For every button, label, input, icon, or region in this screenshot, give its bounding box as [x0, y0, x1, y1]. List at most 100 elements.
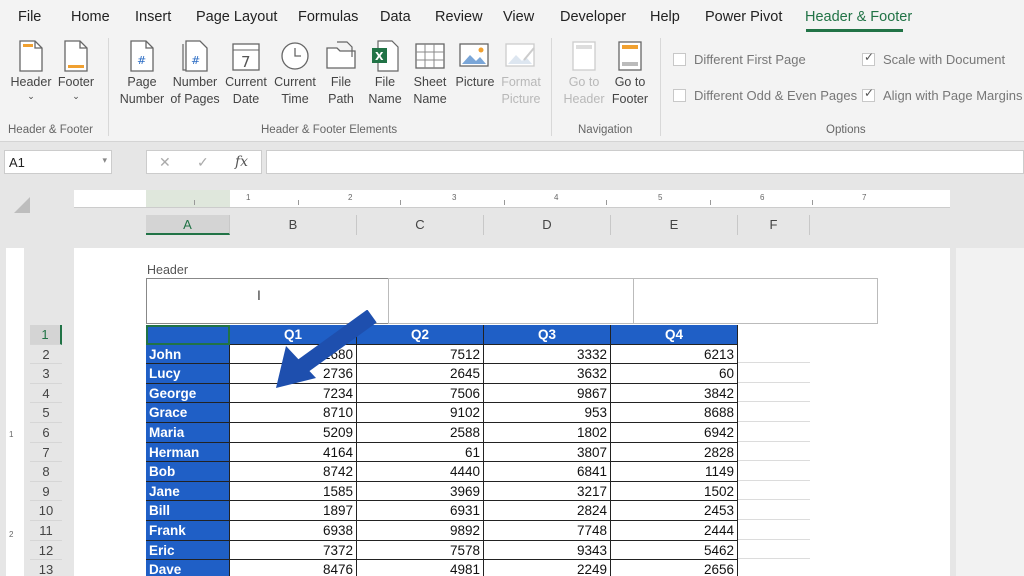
formula-input[interactable] — [266, 150, 1024, 174]
quarter-header-cell[interactable]: Q4 — [611, 325, 738, 345]
value-cell[interactable]: 6841 — [484, 462, 611, 482]
empty-cell[interactable] — [738, 363, 810, 383]
menu-review[interactable]: Review — [435, 9, 483, 25]
empty-cell[interactable] — [738, 344, 810, 364]
value-cell[interactable]: 2824 — [484, 501, 611, 521]
picture-button[interactable]: Picture — [452, 40, 498, 91]
value-cell[interactable]: 7578 — [357, 540, 484, 561]
select-all-corner[interactable] — [14, 197, 30, 213]
value-cell[interactable]: 1149 — [611, 462, 738, 482]
value-cell[interactable]: 3842 — [611, 383, 738, 404]
empty-cell[interactable] — [738, 500, 810, 520]
empty-cell[interactable] — [738, 481, 810, 501]
empty-cell[interactable] — [738, 559, 810, 576]
name-cell[interactable]: Jane — [146, 481, 230, 502]
value-cell[interactable]: 3332 — [484, 344, 611, 365]
header-button[interactable]: Header ⌄ — [6, 40, 56, 101]
enter-icon[interactable]: ✓ — [197, 154, 209, 171]
current-date-button[interactable]: 7 Current Date — [222, 40, 270, 108]
go-to-header-button[interactable]: Go to Header — [562, 40, 606, 108]
menu-data[interactable]: Data — [380, 9, 411, 25]
empty-cell[interactable] — [738, 540, 810, 560]
menu-developer[interactable]: Developer — [560, 9, 626, 25]
column-header-e[interactable]: E — [611, 215, 738, 235]
empty-cell[interactable] — [738, 461, 810, 481]
row-header[interactable]: 5 — [30, 403, 62, 423]
value-cell[interactable]: 9343 — [484, 540, 611, 561]
value-cell[interactable]: 6213 — [611, 344, 738, 365]
go-to-footer-button[interactable]: Go to Footer — [608, 40, 652, 108]
value-cell[interactable]: 9102 — [357, 403, 484, 423]
value-cell[interactable]: 7748 — [484, 521, 611, 541]
value-cell[interactable]: 3807 — [484, 442, 611, 463]
value-cell[interactable]: 1585 — [230, 481, 357, 502]
value-cell[interactable]: 2453 — [611, 501, 738, 521]
value-cell[interactable]: 953 — [484, 403, 611, 423]
value-cell[interactable]: 8742 — [230, 462, 357, 482]
file-name-button[interactable]: X File Name — [364, 40, 406, 108]
value-cell[interactable]: 6931 — [357, 501, 484, 521]
name-cell[interactable]: George — [146, 383, 230, 404]
name-cell[interactable]: Lucy — [146, 364, 230, 384]
value-cell[interactable]: 5209 — [230, 423, 357, 443]
row-header[interactable]: 8 — [30, 462, 62, 482]
page-number-button[interactable]: # Page Number — [116, 40, 168, 108]
value-cell[interactable]: 1802 — [484, 423, 611, 443]
menu-view[interactable]: View — [503, 9, 534, 25]
name-cell[interactable]: Maria — [146, 423, 230, 443]
column-header-f[interactable]: F — [738, 215, 810, 235]
cell-a1-selected[interactable] — [146, 325, 230, 345]
name-cell[interactable]: Bob — [146, 462, 230, 482]
header-center-section[interactable] — [388, 278, 634, 324]
name-cell[interactable]: Herman — [146, 442, 230, 463]
value-cell[interactable]: 4981 — [357, 560, 484, 576]
value-cell[interactable]: 3969 — [357, 481, 484, 502]
chevron-down-icon[interactable]: ▾ — [102, 155, 107, 166]
format-picture-button[interactable]: Format Picture — [498, 40, 544, 108]
name-cell[interactable]: Frank — [146, 521, 230, 541]
current-time-button[interactable]: Current Time — [270, 40, 320, 108]
row-header[interactable]: 13 — [30, 560, 62, 576]
checkbox-checked[interactable] — [862, 50, 875, 66]
insert-function-icon[interactable]: fx — [235, 154, 248, 170]
option-align-with-margins[interactable]: Align with Page Margins — [862, 86, 1022, 103]
row-header[interactable]: 9 — [30, 482, 62, 502]
menu-insert[interactable]: Insert — [135, 9, 171, 25]
value-cell[interactable]: 9892 — [357, 521, 484, 541]
menu-help[interactable]: Help — [650, 9, 680, 25]
checkbox[interactable] — [673, 89, 686, 102]
value-cell[interactable]: 9867 — [484, 383, 611, 404]
value-cell[interactable]: 3217 — [484, 481, 611, 502]
option-scale-with-document[interactable]: Scale with Document — [862, 50, 1005, 67]
name-cell[interactable]: John — [146, 344, 230, 365]
row-header[interactable]: 7 — [30, 443, 62, 463]
cancel-icon[interactable]: ✕ — [159, 154, 171, 171]
checkbox[interactable] — [673, 53, 686, 66]
value-cell[interactable]: 8476 — [230, 560, 357, 576]
row-header[interactable]: 4 — [30, 384, 62, 404]
header-right-section[interactable] — [633, 278, 878, 324]
empty-cell[interactable] — [738, 422, 810, 442]
menu-file[interactable]: File — [18, 9, 41, 25]
file-path-button[interactable]: File Path — [320, 40, 362, 108]
value-cell[interactable]: 2656 — [611, 560, 738, 576]
column-header-d[interactable]: D — [484, 215, 611, 235]
value-cell[interactable]: 2828 — [611, 442, 738, 463]
column-header-a[interactable]: A — [146, 215, 230, 235]
value-cell[interactable]: 8688 — [611, 403, 738, 423]
value-cell[interactable]: 6938 — [230, 521, 357, 541]
name-cell[interactable]: Grace — [146, 403, 230, 423]
option-different-odd-even[interactable]: Different Odd & Even Pages — [673, 88, 857, 103]
name-cell[interactable]: Dave — [146, 560, 230, 576]
menu-page-layout[interactable]: Page Layout — [196, 9, 277, 25]
footer-button[interactable]: Footer ⌄ — [54, 40, 98, 101]
value-cell[interactable]: 6942 — [611, 423, 738, 443]
checkbox-checked[interactable] — [862, 86, 875, 102]
value-cell[interactable]: 3632 — [484, 364, 611, 384]
value-cell[interactable]: 2588 — [357, 423, 484, 443]
sheet-name-button[interactable]: Sheet Name — [408, 40, 452, 108]
value-cell[interactable]: 8710 — [230, 403, 357, 423]
value-cell[interactable]: 1502 — [611, 481, 738, 502]
value-cell[interactable]: 2444 — [611, 521, 738, 541]
name-cell[interactable]: Bill — [146, 501, 230, 521]
